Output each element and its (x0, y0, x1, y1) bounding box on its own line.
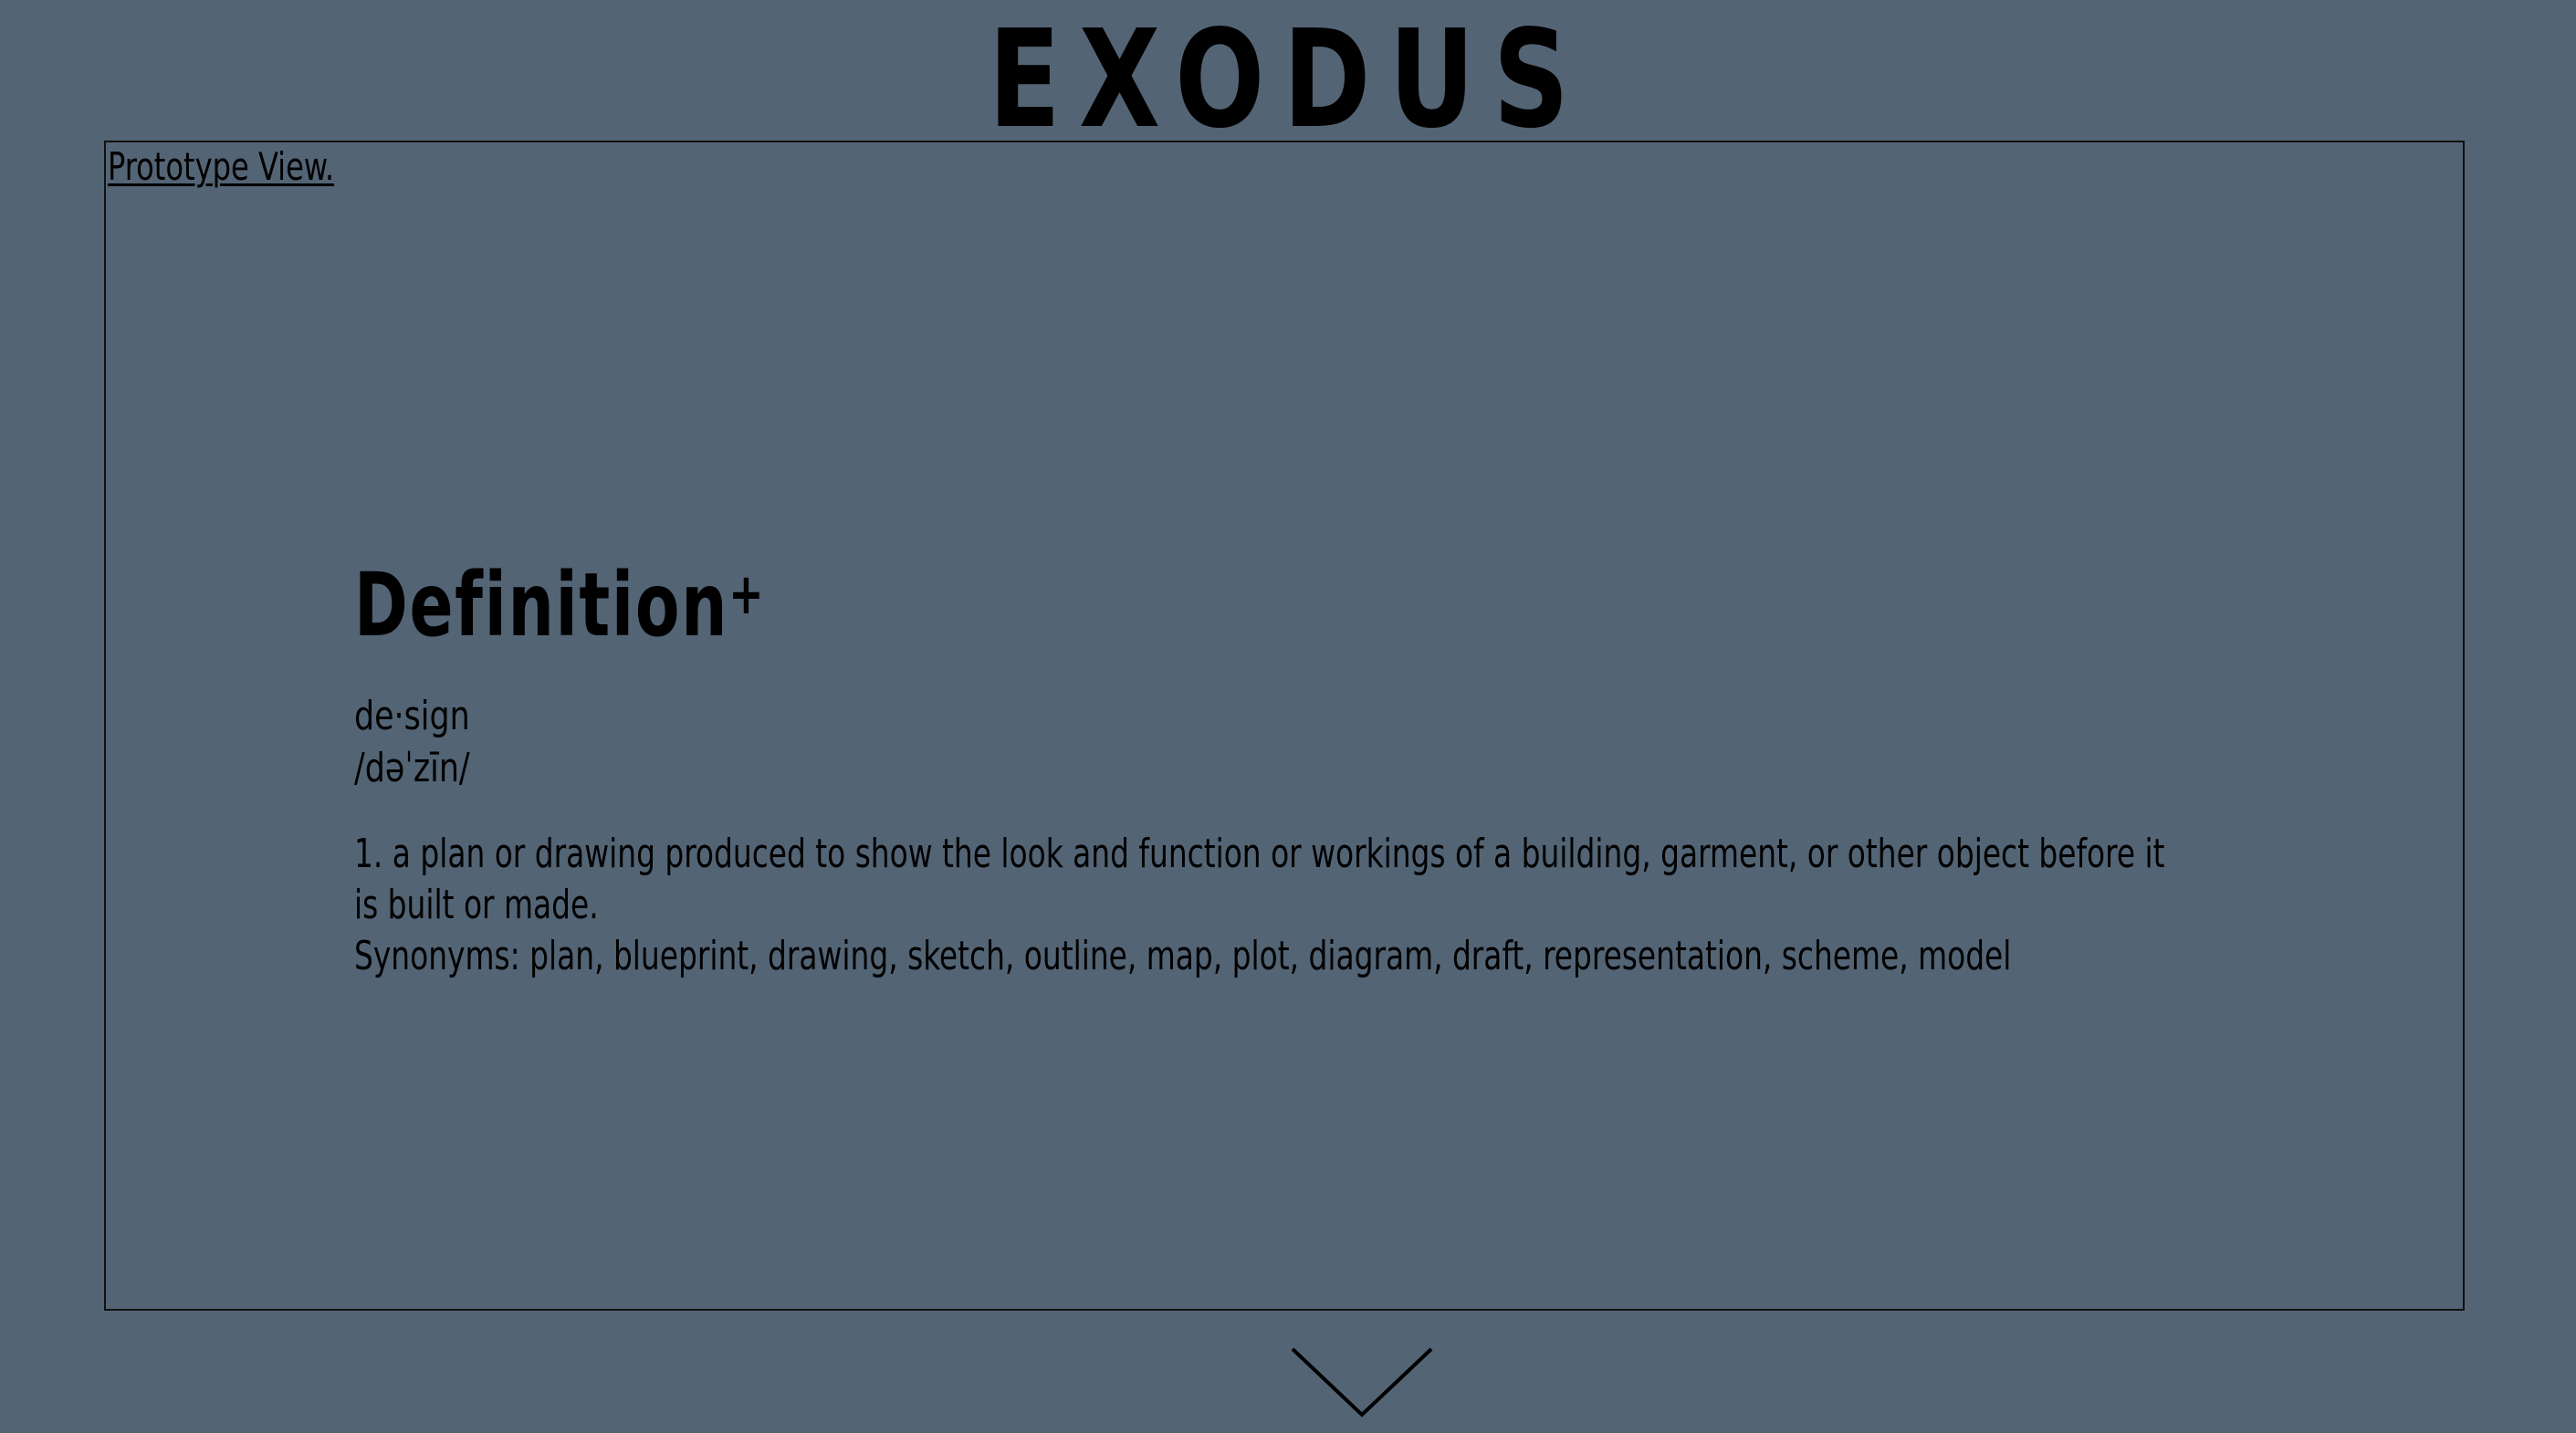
prototype-frame: Prototype View. Definition+ de·sign /dəˈ… (104, 141, 2465, 1311)
meaning-text: 1. a plan or drawing produced to show th… (354, 831, 2165, 928)
word-syllables: de·sign (354, 693, 470, 739)
definition-section: Definition+ de·sign /dəˈzīn/ 1. a plan o… (354, 544, 2271, 982)
definition-heading[interactable]: Definition+ (354, 544, 1926, 655)
site-title: EXODUS (988, 1, 1588, 158)
synonyms-text: Synonyms: plan, blueprint, drawing, sket… (354, 933, 2012, 979)
definition-meaning: 1. a plan or drawing produced to show th… (354, 829, 2188, 982)
word-pronunciation: /dəˈzīn/ (354, 745, 470, 791)
expand-plus-icon[interactable]: + (728, 560, 765, 627)
definition-heading-label: Definition (354, 554, 729, 656)
word-block: de·sign /dəˈzīn/ (354, 690, 2041, 794)
prototype-view-link[interactable]: Prototype View. (108, 144, 334, 190)
chevron-down-icon[interactable] (1289, 1345, 1435, 1420)
